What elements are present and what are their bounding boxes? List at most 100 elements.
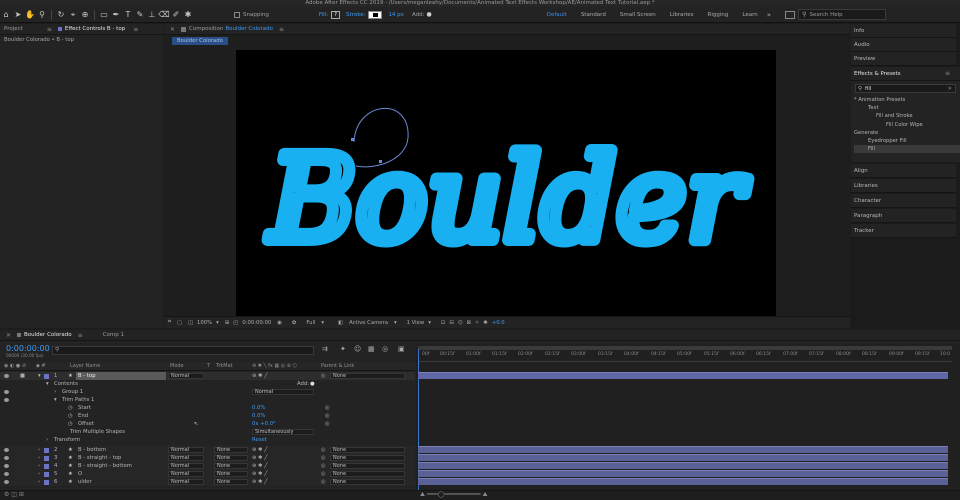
workspace-standard[interactable]: Standard <box>581 12 606 18</box>
exposure-value[interactable]: +0.0 <box>492 320 505 326</box>
type-tool-icon[interactable]: T <box>122 9 134 21</box>
tab-composition-boulder-colorado[interactable]: Boulder Colorado <box>225 26 273 32</box>
pickwhip-icon[interactable]: ◎ <box>321 478 326 486</box>
parent-dropdown[interactable]: None <box>330 471 405 477</box>
column-parent[interactable]: Parent & Link <box>321 362 354 371</box>
trim-multiple-dropdown[interactable]: Simultaneously <box>252 429 314 435</box>
panel-effects-presets[interactable]: Effects & Presets <box>851 67 960 81</box>
tree-fill-color-wipe[interactable]: Fill Color Wipe <box>854 121 960 129</box>
close-icon[interactable]: ✕ <box>6 332 11 339</box>
layer-name[interactable]: B - bottom <box>78 446 106 454</box>
add-dropdown-icon[interactable]: ● <box>426 11 431 18</box>
zoom-slider[interactable]: ⛰ ━━━◯━━━━━━━━━━ ⛰ <box>420 491 488 499</box>
grid-icon[interactable]: ⊞ <box>225 320 229 326</box>
comp-camera[interactable]: Active Camera <box>349 320 388 326</box>
close-icon[interactable]: ✕ <box>170 26 175 33</box>
expression-icon[interactable]: ◎ <box>325 420 330 428</box>
brush-tool-icon[interactable]: ✎ <box>134 9 146 21</box>
solo-icon[interactable]: ■ <box>20 372 25 380</box>
tab-timeline-boulder-colorado[interactable]: Boulder Colorado <box>24 332 72 338</box>
eraser-tool-icon[interactable]: ⌫ <box>158 9 170 21</box>
panel-align[interactable]: Align <box>851 164 956 178</box>
menu-icon[interactable]: ≡ <box>133 26 138 33</box>
mode-dropdown[interactable]: Normal <box>168 373 204 379</box>
layer-duration-bar[interactable] <box>418 462 948 469</box>
visibility-eye-icon[interactable] <box>4 448 9 452</box>
panel-character[interactable]: Character <box>851 194 956 208</box>
expand-arrow-icon[interactable]: › <box>38 470 40 478</box>
snapping-checkbox[interactable] <box>234 11 240 18</box>
rotate-tool-icon[interactable]: ↻ <box>55 9 67 21</box>
menu-icon[interactable]: ≡ <box>279 26 284 33</box>
workspace-default[interactable]: Default <box>547 12 567 18</box>
parent-dropdown[interactable]: None <box>330 447 405 453</box>
fill-label[interactable]: Fill: <box>319 12 328 18</box>
panel-tracker[interactable]: Tracker <box>851 224 956 238</box>
fast-preview-icon[interactable]: ◧ <box>338 320 343 326</box>
layer-name[interactable]: ulder <box>78 478 92 486</box>
layer-row[interactable]: › 3 ★ B - straight - top Normal None ⊛ ✱… <box>0 454 415 462</box>
rectangle-tool-icon[interactable]: ▭ <box>98 9 110 21</box>
mask-icon[interactable]: ◫ <box>188 320 193 326</box>
expand-arrow-icon[interactable]: › <box>38 462 40 470</box>
column-trkmat[interactable]: TrkMat <box>216 362 233 371</box>
layer-row[interactable]: › 5 ★ O Normal None ⊛ ✱ ╱ ◎ None <box>0 470 415 478</box>
mode-dropdown[interactable]: Normal <box>168 471 204 477</box>
composition-canvas[interactable]: Boulder <box>236 50 776 323</box>
parent-dropdown[interactable]: None <box>330 463 405 469</box>
switches-icon[interactable]: ⊛ ✱ ╱ <box>252 470 267 478</box>
pixel-aspect-icon[interactable]: ⊠ <box>466 320 470 326</box>
tree-fill-and-stroke[interactable]: Fill and Stroke <box>854 112 960 120</box>
trkmat-dropdown[interactable]: None <box>214 471 248 477</box>
visibility-eye-icon[interactable] <box>4 374 9 378</box>
stopwatch-icon[interactable]: ◷ <box>68 404 73 412</box>
parent-dropdown[interactable]: None <box>330 479 405 485</box>
pickwhip-icon[interactable]: ◎ <box>321 470 326 478</box>
clone-stamp-tool-icon[interactable]: ⊥ <box>146 9 158 21</box>
column-layer-name[interactable]: Layer Name <box>70 362 100 371</box>
visibility-eye-icon[interactable] <box>4 456 9 460</box>
label-color-swatch[interactable] <box>44 373 49 379</box>
layer-duration-bar[interactable] <box>418 372 948 379</box>
shy-icon[interactable]: ☺ <box>354 345 361 353</box>
switches-icon[interactable]: ⊛ ✱ ╱ <box>252 478 267 486</box>
label-color-swatch[interactable] <box>44 463 49 469</box>
tab-comp-1[interactable]: Comp 1 <box>103 332 124 338</box>
comp-timecode[interactable]: 0:00:00:00 <box>242 320 271 326</box>
roto-brush-tool-icon[interactable]: ✐ <box>170 9 182 21</box>
add-icon[interactable]: ● <box>310 380 315 388</box>
trkmat-dropdown[interactable]: None <box>214 479 248 485</box>
work-area-bar[interactable] <box>418 346 952 350</box>
parent-dropdown[interactable]: None <box>330 373 405 379</box>
contents-row[interactable]: ▾ Contents Add: ● <box>0 380 415 388</box>
draft-3d-icon[interactable]: ✧ <box>475 320 479 326</box>
expression-icon[interactable]: ◎ <box>325 404 330 412</box>
selection-tool-icon[interactable]: ➤ <box>12 9 24 21</box>
comp-breadcrumb[interactable]: Boulder Colorado <box>172 37 228 45</box>
mode-dropdown[interactable]: Normal <box>168 479 204 485</box>
property-value[interactable]: 0.0% <box>252 404 265 412</box>
pen-tool-icon[interactable]: ✒ <box>110 9 122 21</box>
menu-icon[interactable]: ≡ <box>47 26 52 33</box>
puppet-tool-icon[interactable]: ✱ <box>182 9 194 21</box>
property-value[interactable]: 0x +0.0° <box>252 420 276 428</box>
hand-tool-icon[interactable]: ✋ <box>24 9 36 21</box>
frame-blending-icon[interactable]: ▦ <box>368 345 375 353</box>
switches-icon[interactable]: ⊛ ✱ ╱ <box>252 446 267 454</box>
label-color-swatch[interactable] <box>44 479 49 485</box>
panel-paragraph[interactable]: Paragraph <box>851 209 956 223</box>
clear-search-icon[interactable]: ✕ <box>948 86 952 92</box>
layer-duration-bar[interactable] <box>418 478 948 485</box>
layer-row[interactable]: › 2 ★ B - bottom Normal None ⊛ ✱ ╱ ◎ Non… <box>0 446 415 454</box>
panel-toggle-icon[interactable] <box>785 10 796 19</box>
mode-dropdown[interactable]: Normal <box>168 455 204 461</box>
tree-generate[interactable]: Generate <box>854 129 960 137</box>
panel-libraries[interactable]: Libraries <box>851 179 956 193</box>
pickwhip-icon[interactable]: ◎ <box>321 446 326 454</box>
fill-swatch[interactable]: ? <box>331 10 341 19</box>
snapshot-icon[interactable]: ◉ <box>277 320 282 326</box>
reset-link[interactable]: Reset <box>252 436 267 444</box>
effects-search-field[interactable]: ⚲ fill ✕ <box>855 84 956 93</box>
expand-arrow-icon[interactable]: › <box>38 478 40 486</box>
panel-info[interactable]: Info <box>851 24 956 38</box>
